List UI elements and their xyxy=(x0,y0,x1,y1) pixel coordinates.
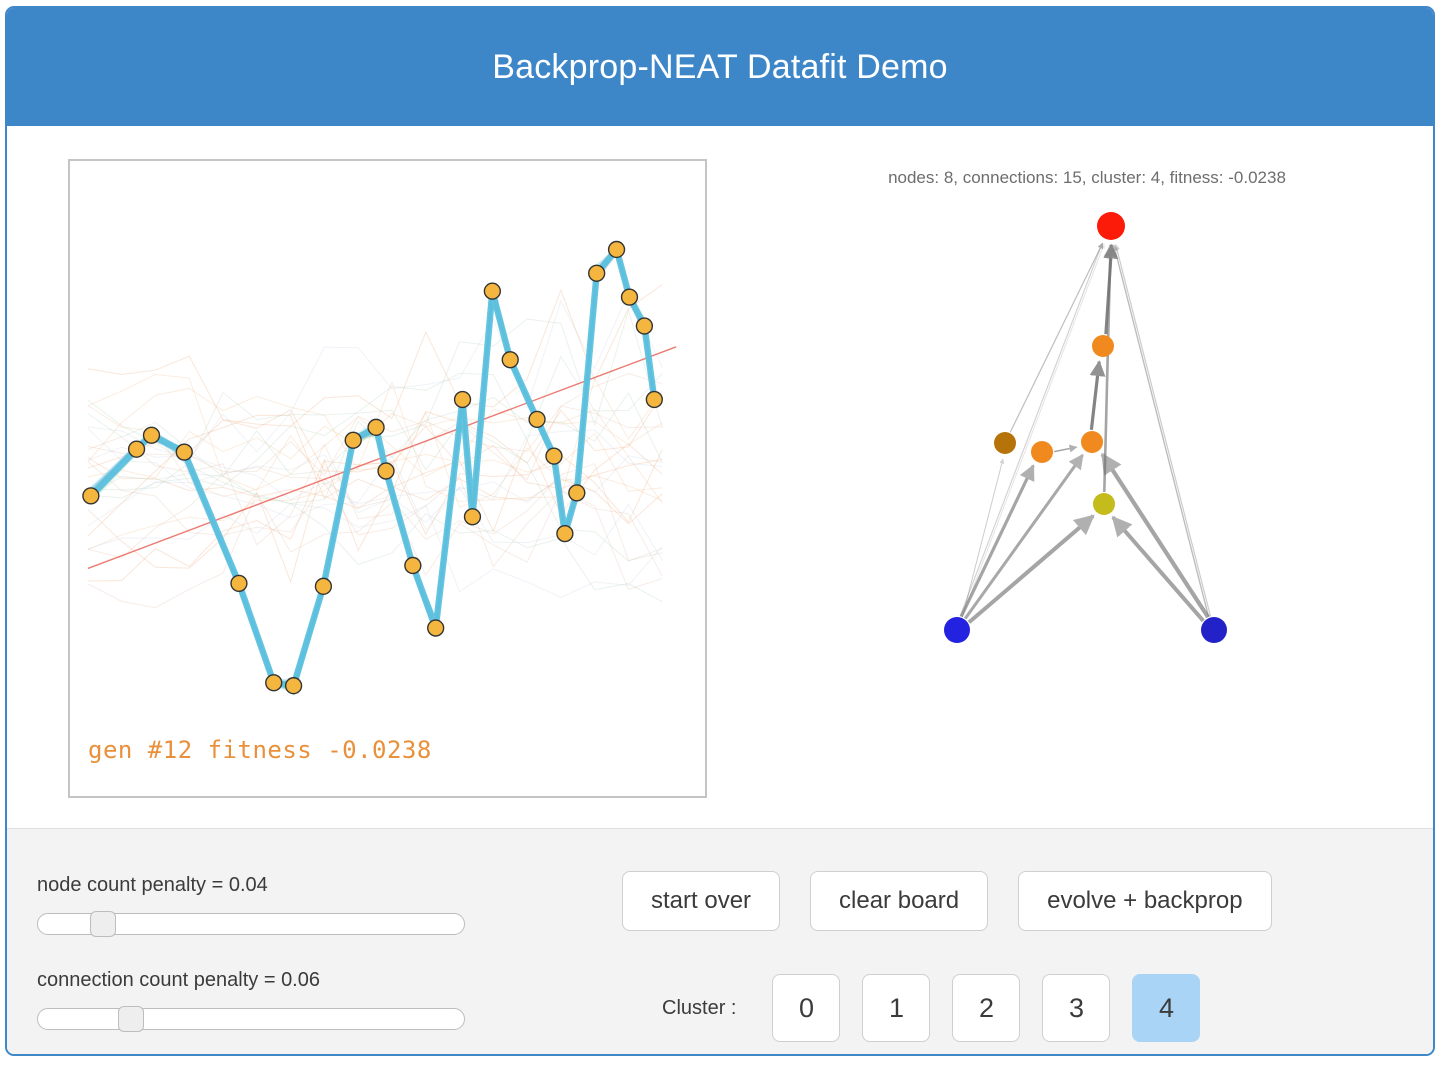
app-header: Backprop-NEAT Datafit Demo xyxy=(7,8,1433,126)
connection-penalty-label: connection count penalty = 0.06 xyxy=(37,969,320,991)
slider-group: node count penalty = 0.04 connection cou… xyxy=(37,874,467,1054)
clear-board-button[interactable]: clear board xyxy=(810,871,989,931)
start-over-button[interactable]: start over xyxy=(622,871,781,931)
cluster-button-4[interactable]: 4 xyxy=(1132,974,1201,1042)
chart-canvas xyxy=(82,240,677,696)
network-edges xyxy=(959,242,1212,624)
evolve-backprop-button[interactable]: evolve + backprop xyxy=(1018,871,1272,931)
data-points xyxy=(82,240,663,695)
node-penalty-thumb[interactable] xyxy=(90,911,116,937)
page-title: Backprop-NEAT Datafit Demo xyxy=(492,47,948,86)
node-penalty-slider[interactable] xyxy=(37,911,465,937)
network-graph[interactable] xyxy=(747,196,1427,796)
cluster-label: Cluster : xyxy=(662,996,737,1019)
network-panel: nodes: 8, connections: 15, cluster: 4, f… xyxy=(747,126,1427,828)
connection-penalty-slider[interactable] xyxy=(37,1006,465,1032)
cluster-button-3[interactable]: 3 xyxy=(1042,974,1111,1042)
visualization-area: gen #12 fitness -0.0238 nodes: 8, connec… xyxy=(7,126,1433,828)
datafit-chart[interactable]: gen #12 fitness -0.0238 xyxy=(68,159,707,798)
app-card: Backprop-NEAT Datafit Demo gen #12 fitne… xyxy=(5,6,1435,1056)
app-root: Backprop-NEAT Datafit Demo gen #12 fitne… xyxy=(0,0,1446,1080)
controls-panel: node count penalty = 0.04 connection cou… xyxy=(7,828,1433,1054)
cluster-button-0[interactable]: 0 xyxy=(772,974,841,1042)
node-penalty-label: node count penalty = 0.04 xyxy=(37,874,268,896)
cluster-button-2[interactable]: 2 xyxy=(952,974,1021,1042)
connection-penalty-thumb[interactable] xyxy=(118,1006,144,1032)
network-stats: nodes: 8, connections: 15, cluster: 4, f… xyxy=(888,168,1286,187)
action-buttons: start over clear board evolve + backprop xyxy=(622,871,1272,931)
cluster-button-1[interactable]: 1 xyxy=(862,974,931,1042)
cluster-selector: Cluster : 0 1 2 3 4 xyxy=(662,974,1201,1042)
generation-label: gen #12 fitness -0.0238 xyxy=(88,736,432,764)
